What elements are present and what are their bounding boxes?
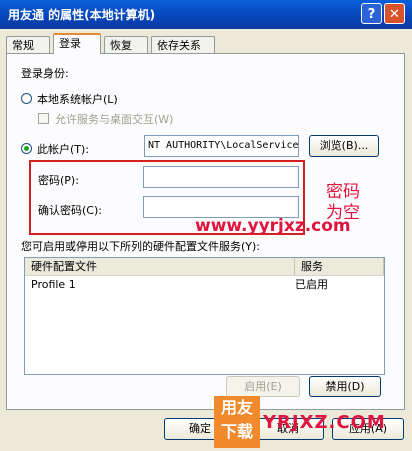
local-system-label[interactable]: 本地系统帐户(L)	[37, 91, 118, 107]
browse-button[interactable]: 浏览(B)...	[309, 135, 379, 157]
column-service[interactable]: 服务	[295, 258, 384, 275]
tab-dependencies[interactable]: 依存关系	[151, 36, 215, 53]
profiles-list[interactable]: 硬件配置文件 服务 Profile 1 已启用	[24, 257, 385, 375]
tab-login[interactable]: 登录	[53, 33, 101, 54]
profile-name: Profile 1	[31, 278, 76, 291]
confirm-password-field[interactable]	[143, 196, 299, 218]
allow-desktop-label: 允许服务与桌面交互(W)	[55, 113, 174, 126]
table-row[interactable]: Profile 1 已启用	[25, 276, 384, 293]
logo-line2: 下载	[220, 422, 253, 441]
window-title: 用友通 的属性(本地计算机)	[8, 8, 156, 22]
this-account-radio[interactable]	[21, 143, 32, 154]
column-profile[interactable]: 硬件配置文件	[25, 258, 295, 275]
this-account-label[interactable]: 此帐户(T):	[37, 141, 89, 157]
title-bar: 用友通 的属性(本地计算机) ? ✕	[0, 0, 412, 29]
close-button[interactable]: ✕	[384, 3, 405, 24]
login-panel: 登录身份: 本地系统帐户(L) 允许服务与桌面交互(W) 此帐户(T): NT …	[6, 53, 405, 410]
password-field[interactable]	[143, 166, 299, 188]
password-label: 密码(P):	[38, 174, 79, 187]
disable-button[interactable]: 禁用(D)	[309, 376, 381, 397]
help-button[interactable]: ?	[361, 3, 382, 24]
profiles-label: 您可启用或停用以下所列的硬件配置文件服务(Y):	[21, 240, 261, 253]
list-header: 硬件配置文件 服务	[25, 258, 384, 276]
enable-button[interactable]: 启用(E)	[226, 376, 300, 397]
account-field[interactable]: NT AUTHORITY\LocalService	[144, 135, 299, 157]
annotation-line1: 密码	[326, 182, 360, 202]
properties-window: 用友通 的属性(本地计算机) ? ✕ 常规 登录 恢复 依存关系 登录身份: 本…	[0, 0, 412, 451]
logo-line1: 用友	[220, 398, 253, 417]
profile-service: 已启用	[295, 278, 328, 291]
local-system-radio[interactable]	[21, 93, 32, 104]
tab-general[interactable]: 常规	[6, 36, 50, 53]
allow-desktop-checkbox[interactable]	[38, 113, 49, 124]
watermark-url: www.yyrjxz.com	[195, 216, 351, 236]
confirm-password-label: 确认密码(C):	[38, 204, 102, 217]
watermark-logo: 用友 下载	[214, 396, 260, 448]
tab-recovery[interactable]: 恢复	[104, 36, 148, 53]
login-as-label: 登录身份:	[21, 67, 69, 80]
watermark-logo-text: YRJXZ.COM	[263, 412, 386, 433]
